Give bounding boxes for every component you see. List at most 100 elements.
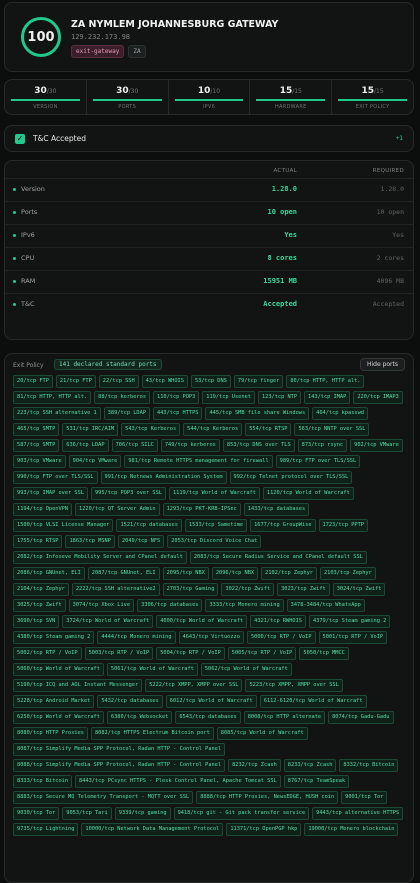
port-chip: 3306/tcp databases (137, 599, 203, 612)
tc-count: +1 (395, 135, 403, 142)
port-chip: 8088/tcp Simplify Media SPP Protocol, Ra… (13, 759, 226, 772)
port-chip: 11371/tcp OpenPGP hkp (226, 823, 302, 836)
port-chip: 1119/tcp World of Warcraft (168, 487, 260, 500)
port-chip: 1220/tcp QT Server Admin (75, 503, 160, 516)
port-chip: 143/tcp IMAP (304, 391, 351, 404)
table-row: RAM 15951 MB 4096 MB (5, 270, 413, 293)
port-chip: 9443/tcp alternative HTTPS (312, 807, 404, 820)
tag-country: ZA (128, 45, 146, 58)
port-chip: 992/tcp Telnet protocol over TLS/SSL (229, 471, 353, 484)
row-actual: 15951 MB (263, 277, 297, 285)
table-row: CPU 8 cores 2 cores (5, 247, 413, 270)
port-chip: 3024/tcp Zwift (332, 583, 386, 596)
port-chip: 3022/tcp Zwift (221, 583, 275, 596)
port-chip: 1120/tcp World of Warcraft (262, 487, 354, 500)
port-chip: 3025/tcp Zwift (13, 599, 66, 612)
row-actual: 8 cores (267, 254, 297, 262)
row-required: 2 cores (376, 254, 404, 262)
status-dot-icon (13, 188, 16, 191)
port-chip: 10000/tcp Network Data Management Protoc… (81, 823, 224, 836)
row-actual: Yes (284, 231, 297, 239)
metric-value: 15 (279, 86, 293, 96)
port-chip: 21/tcp FTP (55, 375, 96, 388)
port-chip: 465/tcp SMTP (13, 423, 60, 436)
port-chip: 2053/tcp Discord Voice Chat (167, 535, 262, 548)
port-chip: 5222/tcp XMPP, XMPP over SSL (145, 679, 243, 692)
port-chip: 2102/tcp Zephyr (261, 567, 317, 580)
metric-bar-fill (174, 99, 244, 101)
port-chip: 9030/tcp Tor (13, 807, 60, 820)
port-chip: 3074/tcp Xbox Live (68, 599, 135, 612)
port-chip: 4444/tcp Monero mining (97, 631, 176, 644)
port-chip: 706/tcp SILC (111, 439, 158, 452)
metric-label: HARDWARE (274, 104, 307, 110)
tc-status-bar[interactable]: ✓ T&C Accepted +1 (4, 125, 414, 152)
port-chip: 1755/tcp RTSP (13, 535, 63, 548)
port-chip: 8085/tcp World of Warcraft (216, 727, 308, 740)
status-dot-icon (13, 280, 16, 283)
metric-bar-fill (11, 99, 80, 101)
port-chip: 873/tcp rsync (297, 439, 348, 452)
port-chip: 2083/tcp Secure Radius Service and CPane… (189, 551, 367, 564)
port-chip: 8333/tcp Bitcoin (13, 775, 73, 788)
metric-value: 15 (361, 86, 375, 96)
metric-bar (338, 99, 407, 101)
port-chip: 587/tcp SMTP (13, 439, 60, 452)
port-chip: 119/tcp Usenet (202, 391, 255, 404)
table-row: Ports 10 open 10 open (5, 201, 413, 224)
metric-label: PORTS (118, 104, 137, 110)
metric-label: VERSION (33, 104, 58, 110)
port-chip: 2082/tcp Infoseve Mobility Server and CP… (13, 551, 187, 564)
port-chip: 2104/tcp Zephyr (13, 583, 69, 596)
port-chip: 9053/tcp Tari (62, 807, 112, 820)
metric-denominator: /10 (210, 88, 221, 95)
check-icon: ✓ (15, 134, 25, 144)
port-chip: 110/tcp POP3 (153, 391, 200, 404)
port-chip: 5050/tcp MMCC (299, 647, 349, 660)
port-chip: 2096/tcp NBX (211, 567, 259, 580)
port-chip: 80/tcp HTTP, HTTP alt. (286, 375, 365, 388)
port-chip: 1194/tcp OpenVPN (13, 503, 73, 516)
row-name: RAM (21, 277, 36, 285)
port-chip-list: 20/tcp FTP 21/tcp FTP 22/tcp SSH 43/tcp WHO… (13, 375, 407, 836)
port-chip: 8087/tcp Simplify Media SPP Protocol, Ra… (13, 743, 226, 756)
hide-ports-button[interactable]: Hide ports (359, 358, 405, 371)
row-required: Yes (392, 231, 404, 239)
table-row: Version 1.28.0 1.28.0 (5, 178, 413, 201)
port-chip: 8082/tcp HTTPS Electrum Bitcoin port (90, 727, 214, 740)
port-chip: 989/tcp FTP over TLS/SSL (275, 455, 361, 468)
port-chip: 8074/tcp Gadu-Gadu (328, 711, 394, 724)
metric-denominator: /30 (128, 88, 139, 95)
port-chip: 445/tcp SMB file share Windows (205, 407, 310, 420)
port-chip: 4321/tcp RWHOIS (250, 615, 306, 628)
metric-label: EXIT POLICY (355, 104, 390, 110)
port-chip: 1521/tcp databases (116, 519, 182, 532)
score-ring: 100 (21, 17, 61, 57)
column-header-required: REQUIRED (372, 168, 404, 174)
port-chip: 3333/tcp Monero mining (205, 599, 284, 612)
port-chip: 749/tcp kerberos (160, 439, 220, 452)
row-name: CPU (21, 254, 35, 262)
metric-bar-fill (256, 99, 326, 101)
port-chip: 4380/tcp Steam gaming 2 (13, 631, 95, 644)
port-chip: 443/tcp HTTPS (153, 407, 203, 420)
port-chip: 2103/tcp Zephyr (319, 567, 376, 580)
metric-exit-policy: 15/15 EXIT POLICY (332, 80, 413, 114)
port-chip: 8443/tcp PCsync HTTPS - Plesk Control Pa… (75, 775, 281, 788)
port-chip: 8332/tcp Bitcoin (339, 759, 399, 772)
table-row: IPv6 Yes Yes (5, 224, 413, 247)
port-chip: 4000/tcp World of Warcraft (156, 615, 248, 628)
port-chip: 3478-3484/tcp WhatsApp (286, 599, 365, 612)
port-chip: 8080/tcp HTTP Proxies (13, 727, 88, 740)
tag-list: exit-gateway ZA (71, 45, 146, 58)
port-chip: 220/tcp IMAP3 (353, 391, 403, 404)
port-chip: 464/tcp kpasswd (312, 407, 368, 420)
metric-value: 30 (34, 86, 47, 96)
port-chip: 4379/tcp Steam gaming 2 (308, 615, 391, 628)
port-chip: 79/tcp finger (233, 375, 284, 388)
port-chip: 6012/tcp World of Warcraft (165, 695, 257, 708)
port-chip: 993/tcp IMAP over SSL (13, 487, 88, 500)
port-chip: 22/tcp SSH (98, 375, 139, 388)
metric-bar (92, 99, 162, 101)
port-chip: 5001/tcp RTP / VoIP (318, 631, 388, 644)
